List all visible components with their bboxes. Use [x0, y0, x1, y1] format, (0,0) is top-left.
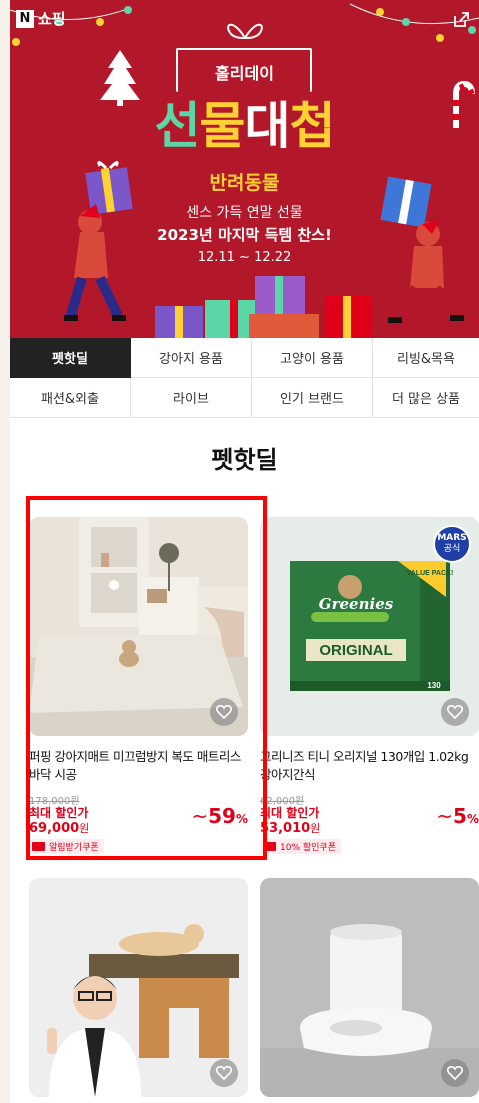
- mars-official-badge: MARS 공식: [433, 525, 471, 563]
- product-card-cat-scratcher[interactable]: [29, 878, 248, 1097]
- product-card-water-fountain[interactable]: [260, 878, 479, 1097]
- tab-dog-supplies[interactable]: 강아지 용품: [131, 338, 252, 378]
- discount-rate: ~59%: [191, 804, 248, 828]
- discount-value: 5: [453, 804, 467, 828]
- naver-shopping-logo[interactable]: N 쇼핑: [16, 8, 66, 29]
- discount-rate: ~5%: [436, 804, 479, 828]
- box-pack-text: VALUE PACK!: [407, 570, 454, 577]
- wishlist-heart-icon[interactable]: [441, 698, 469, 726]
- product-image-greenies[interactable]: Greenies ORIGINAL VALUE PACK! 130 MARS 공식: [260, 517, 479, 736]
- discount-value: 59: [208, 804, 236, 828]
- holiday-label: 홀리데이: [215, 64, 274, 83]
- title-char-2: 물: [199, 98, 246, 154]
- product-image-water-fountain[interactable]: [260, 878, 479, 1097]
- percent-sign: %: [466, 812, 479, 826]
- coupon-badge[interactable]: 10% 할인쿠폰: [260, 839, 341, 854]
- coupon-label: 10% 할인쿠폰: [280, 843, 336, 853]
- naver-logo-mark: N: [16, 9, 34, 28]
- sale-price-value: 69,000: [29, 821, 80, 836]
- ticket-icon: [263, 842, 276, 851]
- holiday-gift-banner[interactable]: N 쇼핑 홀리데이 선물대첩 반려동물 센스 가득 연말 선물 2023년 마지…: [10, 0, 479, 338]
- product-card-dog-mat[interactable]: 퍼핑 강아지매트 미끄럼방지 복도 매트리스 바닥 시공 178,000원 최대…: [29, 517, 248, 854]
- percent-sign: %: [235, 812, 248, 826]
- wishlist-heart-icon[interactable]: [441, 1059, 469, 1087]
- sale-price-value: 53,010: [260, 821, 311, 836]
- running-person-with-gift-right: [380, 176, 464, 323]
- tab-fashion-outing[interactable]: 패션&외출: [10, 378, 131, 418]
- product-image-cat-scratcher[interactable]: [29, 878, 248, 1097]
- product-name[interactable]: 퍼핑 강아지매트 미끄럼방지 복도 매트리스 바닥 시공: [29, 748, 248, 784]
- ribbon-bow-icon: [227, 23, 263, 40]
- external-link-icon[interactable]: [451, 10, 471, 30]
- official-label: 공식: [443, 544, 461, 554]
- running-person-with-gift-left: [64, 161, 133, 321]
- tab-popular-brands[interactable]: 인기 브랜드: [252, 378, 373, 418]
- wishlist-heart-icon[interactable]: [210, 1059, 238, 1087]
- tab-pet-hot-deal[interactable]: 펫핫딜: [10, 338, 131, 378]
- coupon-label: 알림받기쿠폰: [49, 843, 99, 853]
- tab-more-products[interactable]: 더 많은 상품: [373, 378, 479, 418]
- coupon-badge[interactable]: 알림받기쿠폰: [29, 839, 104, 854]
- title-char-1: 선: [154, 98, 201, 154]
- currency-won: 원: [79, 822, 90, 835]
- page: N 쇼핑 홀리데이 선물대첩 반려동물 센스 가득 연말 선물 2023년 마지…: [10, 0, 479, 1103]
- currency-won: 원: [310, 822, 321, 835]
- wishlist-heart-icon[interactable]: [210, 698, 238, 726]
- greenies-logo-text: Greenies: [319, 595, 394, 613]
- tab-living-bath[interactable]: 리빙&목욕: [373, 338, 479, 378]
- tilde: ~: [191, 804, 209, 828]
- product-name[interactable]: 그리니즈 티니 오리지널 130개입 1.02kg 강아지간식: [260, 748, 479, 784]
- price-block: 62,000원 최대 할인가 53,010원 ~5% 10% 할인쿠폰: [260, 792, 479, 854]
- ticket-icon: [32, 842, 45, 851]
- shopping-label: 쇼핑: [38, 10, 66, 28]
- title-char-3: 대: [244, 98, 291, 154]
- banner-title: 선물대첩: [10, 86, 479, 158]
- gift-boxes-pile: [155, 276, 371, 338]
- tilde: ~: [436, 804, 454, 828]
- christmas-tree-icon: [100, 50, 140, 106]
- box-count-text: 130: [427, 681, 441, 690]
- section-title: 펫핫딜: [211, 446, 278, 474]
- product-card-greenies[interactable]: Greenies ORIGINAL VALUE PACK! 130 MARS 공식…: [260, 517, 479, 854]
- title-char-4: 첩: [289, 98, 336, 154]
- mars-label: MARS: [437, 533, 467, 543]
- product-image-dog-mat[interactable]: [29, 517, 248, 736]
- box-label-text: ORIGINAL: [319, 642, 392, 659]
- candy-cane-icon: [453, 80, 475, 128]
- category-tabs: 펫핫딜 강아지 용품 고양이 용품 리빙&목욕 패션&외출 라이브 인기 브랜드…: [10, 338, 479, 418]
- tab-cat-supplies[interactable]: 고양이 용품: [252, 338, 373, 378]
- price-block: 178,000원 최대 할인가 69,000원 ~59% 알림받기쿠폰: [29, 792, 248, 854]
- tab-live[interactable]: 라이브: [131, 378, 252, 418]
